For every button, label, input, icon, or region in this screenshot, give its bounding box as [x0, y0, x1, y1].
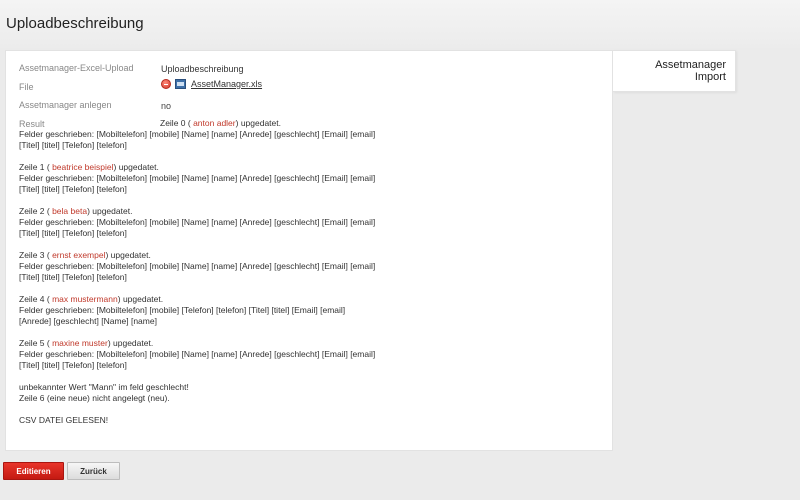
result-warnings: unbekannter Wert "Mann" im feld geschlec… — [19, 382, 379, 404]
entry-fields: Felder geschrieben: [Mobiltelefon] [mobi… — [19, 173, 378, 194]
field-value-create: no — [161, 101, 172, 111]
field-value-excel-upload: Uploadbeschreibung — [161, 64, 244, 74]
result-entry: Zeile 1 ( beatrice beispiel) upgedatet. F… — [19, 162, 379, 195]
file-value: AssetManager.xls — [161, 79, 262, 89]
back-button[interactable]: Zurück — [67, 462, 120, 480]
side-title-line1: Assetmanager — [655, 59, 726, 71]
entry-prefix: Zeile 5 ( — [19, 338, 53, 348]
entry-fields: Felder geschrieben: [Mobiltelefon] [mobi… — [19, 261, 378, 282]
result-entry: Zeile 3 ( ernst exempel) upgedatet. Felde… — [19, 250, 379, 283]
result-entry-title: Zeile 0 ( anton adler) upgedatet. — [19, 118, 379, 129]
entry-prefix: Zeile 2 ( — [19, 206, 53, 216]
delete-icon[interactable] — [161, 79, 171, 89]
result-entry-title: Zeile 5 ( maxine muster) upgedatet. — [19, 338, 379, 349]
entry-prefix: Zeile 0 ( — [160, 118, 194, 128]
entry-suffix: ) upgedatet. — [235, 118, 281, 128]
entry-person-name: bela beta — [52, 206, 88, 216]
result-entry: Zeile 5 ( maxine muster) upgedatet. Felde… — [19, 338, 379, 371]
entry-suffix: ) upgedatet. — [105, 250, 151, 260]
side-title-box: Assetmanager Import — [613, 50, 736, 92]
entry-suffix: ) upgedatet. — [113, 162, 159, 172]
entry-person-name: max mustermann — [52, 294, 118, 304]
entry-fields: Felder geschrieben: [Mobiltelefon] [mobi… — [19, 349, 378, 370]
entry-fields: Felder geschrieben: [Mobiltelefon] [mobi… — [19, 217, 378, 238]
entry-person-name: ernst exempel — [52, 250, 106, 260]
result-entry-title: Zeile 2 ( bela beta) upgedatet. — [19, 206, 379, 217]
result-entry: Zeile 4 ( max mustermann) upgedatet. Feld… — [19, 294, 379, 327]
page-title: Uploadbeschreibung — [6, 15, 144, 32]
result-entry: Zeile 2 ( bela beta) upgedatet. Felder ge… — [19, 206, 379, 239]
edit-button[interactable]: Editieren — [3, 462, 64, 480]
entry-person-name: beatrice beispiel — [52, 162, 114, 172]
result-log: Zeile 0 ( anton adler) upgedatet. Felder … — [19, 118, 379, 437]
entry-prefix: Zeile 1 ( — [19, 162, 53, 172]
side-title-line2: Import — [694, 71, 726, 83]
entry-suffix: ) upgedatet. — [117, 294, 164, 304]
result-entry-title: Zeile 1 ( beatrice beispiel) upgedatet. — [19, 162, 379, 173]
result-entry-title: Zeile 3 ( ernst exempel) upgedatet. — [19, 250, 379, 261]
entry-person-name: anton adler — [193, 118, 236, 128]
warning-unknown-value: unbekannter Wert "Mann" im feld geschlec… — [19, 382, 189, 392]
file-link[interactable]: AssetManager.xls — [191, 79, 262, 89]
entry-prefix: Zeile 4 ( — [19, 294, 53, 304]
field-label-file: File — [19, 82, 34, 92]
field-label-excel-upload: Assetmanager-Excel-Upload — [19, 63, 134, 73]
entry-fields: Felder geschrieben: [Mobiltelefon] [mobi… — [19, 305, 348, 326]
entry-fields: Felder geschrieben: [Mobiltelefon] [mobi… — [19, 129, 378, 150]
side-title: Assetmanager Import — [616, 59, 726, 83]
result-entry: Zeile 0 ( anton adler) upgedatet. Felder … — [19, 118, 379, 151]
entry-prefix: Zeile 3 ( — [19, 250, 53, 260]
entry-suffix: ) upgedatet. — [87, 206, 133, 216]
entry-suffix: ) upgedatet. — [107, 338, 154, 348]
entry-person-name: maxine muster — [52, 338, 108, 348]
field-label-create: Assetmanager anlegen — [19, 100, 112, 110]
warning-row-not-created: Zeile 6 (eine neue) nicht angelegt (neu)… — [19, 393, 170, 403]
result-entry-title: Zeile 4 ( max mustermann) upgedatet. — [19, 294, 379, 305]
result-footer: CSV DATEI GELESEN! — [19, 415, 109, 425]
excel-file-icon — [175, 79, 186, 89]
